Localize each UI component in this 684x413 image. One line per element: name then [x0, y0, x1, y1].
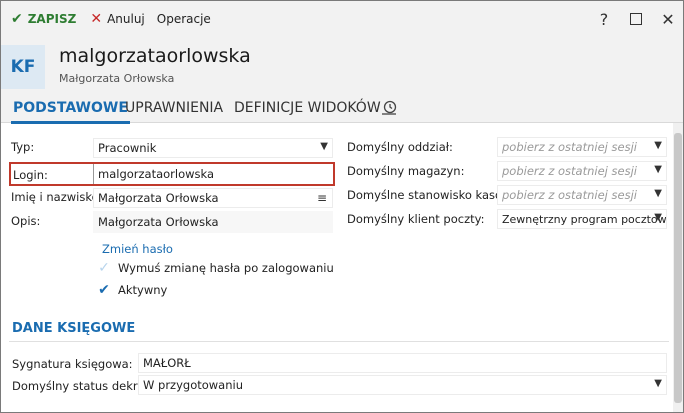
chevron-down-icon: ▼ [320, 141, 328, 152]
page-title: malgorzataorlowska [59, 45, 251, 67]
type-label: Typ: [11, 140, 35, 154]
check-icon: ✔ [11, 11, 23, 27]
checkmark-icon: ✔ [98, 282, 110, 298]
question-icon: ? [599, 9, 609, 29]
checkbox-unchecked-icon: ✓ [98, 260, 110, 276]
maximize-button[interactable] [621, 1, 651, 37]
cash-station-select[interactable]: pobierz z ostatniej sesji ▼ [497, 185, 667, 205]
branch-label: Domyślny oddział: [347, 140, 453, 154]
force-password-change-label: Wymuś zmianę hasła po zalogowaniu [118, 261, 334, 275]
mail-client-value: Zewnętrzny program pocztowy [502, 212, 667, 226]
tab-definicje-widokow[interactable]: DEFINICJE WIDOKÓW [234, 93, 381, 123]
tab-podstawowe[interactable]: PODSTAWOWE [11, 93, 130, 124]
type-select[interactable]: Pracownik ▼ [93, 138, 333, 158]
branch-select[interactable]: pobierz z ostatniej sesji ▼ [497, 137, 667, 157]
close-button[interactable]: ✕ [653, 1, 683, 37]
type-value: Pracownik [98, 141, 157, 155]
save-button[interactable]: ✔ ZAPISZ [7, 1, 80, 37]
login-value: malgorzataorlowska [98, 167, 215, 181]
description-field[interactable]: Małgorzata Orłowska [93, 211, 333, 233]
operations-label: Operacje [156, 12, 211, 26]
chevron-down-icon: ▼ [654, 212, 662, 223]
close-icon: ✕ [661, 9, 675, 29]
help-button[interactable]: ? [589, 1, 619, 37]
chevron-down-icon: ▼ [654, 378, 662, 389]
chevron-down-icon: ▼ [654, 188, 662, 199]
scrollbar-thumb[interactable] [674, 133, 682, 403]
avatar: KF [1, 45, 45, 89]
warehouse-select[interactable]: pobierz z ostatniej sesji ▼ [497, 161, 667, 181]
save-label: ZAPISZ [27, 12, 77, 26]
name-label: Imię i nazwisko: [11, 190, 103, 204]
page-subtitle: Małgorzata Orłowska [59, 72, 175, 85]
decree-status-select[interactable]: W przygotowaniu ▼ [138, 375, 667, 395]
description-label: Opis: [11, 214, 41, 228]
section-divider [9, 341, 669, 342]
cancel-label: Anuluj [107, 12, 145, 26]
chevron-down-icon: ▼ [654, 140, 662, 151]
chevron-down-icon: ▼ [654, 164, 662, 175]
history-icon[interactable] [381, 93, 397, 123]
window: ✔ ZAPISZ ✕ Anuluj Operacje ? ✕ KF malgor… [0, 0, 684, 413]
login-label: Login: [13, 168, 48, 182]
cancel-button[interactable]: ✕ Anuluj [86, 1, 148, 37]
warehouse-label: Domyślny magazyn: [347, 164, 465, 178]
warehouse-placeholder: pobierz z ostatniej sesji [502, 164, 637, 178]
section-title-accounting: DANE KSIĘGOWE [12, 321, 136, 336]
active-checkbox[interactable]: ✔ Aktywny [96, 282, 167, 298]
record-header: KF malgorzataorlowska Małgorzata Orłowsk… [1, 37, 683, 93]
signature-value: MAŁORŁ [143, 356, 191, 370]
decree-status-value: W przygotowaniu [143, 378, 244, 392]
cash-station-placeholder: pobierz z ostatniej sesji [502, 188, 637, 202]
change-password-link[interactable]: Zmień hasło [102, 242, 173, 256]
active-label: Aktywny [118, 283, 168, 297]
signature-field[interactable]: MAŁORŁ [138, 353, 667, 373]
description-value: Małgorzata Orłowska [98, 215, 219, 229]
operations-menu[interactable]: Operacje [153, 1, 215, 37]
tab-bar: PODSTAWOWE UPRAWNIENIA DEFINICJE WIDOKÓW [1, 93, 683, 124]
history-glyph [382, 100, 397, 115]
force-password-change-checkbox[interactable]: ✓ Wymuś zmianę hasła po zalogowaniu [96, 260, 334, 276]
menu-lines-icon[interactable]: ≡ [317, 191, 327, 205]
mail-client-select[interactable]: Zewnętrzny program pocztowy ▼ [497, 209, 667, 229]
tab-uprawnienia[interactable]: UPRAWNIENIA [125, 93, 223, 123]
mail-client-label: Domyślny klient poczty: [347, 212, 485, 226]
maximize-icon [630, 13, 642, 25]
branch-placeholder: pobierz z ostatniej sesji [502, 140, 637, 154]
x-icon: ✕ [90, 11, 103, 27]
toolbar: ✔ ZAPISZ ✕ Anuluj Operacje ? ✕ [1, 1, 683, 37]
signature-label: Sygnatura księgowa: [12, 357, 133, 371]
name-field[interactable]: Małgorzata Orłowska ≡ [93, 188, 333, 208]
login-input[interactable]: malgorzataorlowska [94, 164, 332, 184]
name-value: Małgorzata Orłowska [98, 191, 219, 205]
